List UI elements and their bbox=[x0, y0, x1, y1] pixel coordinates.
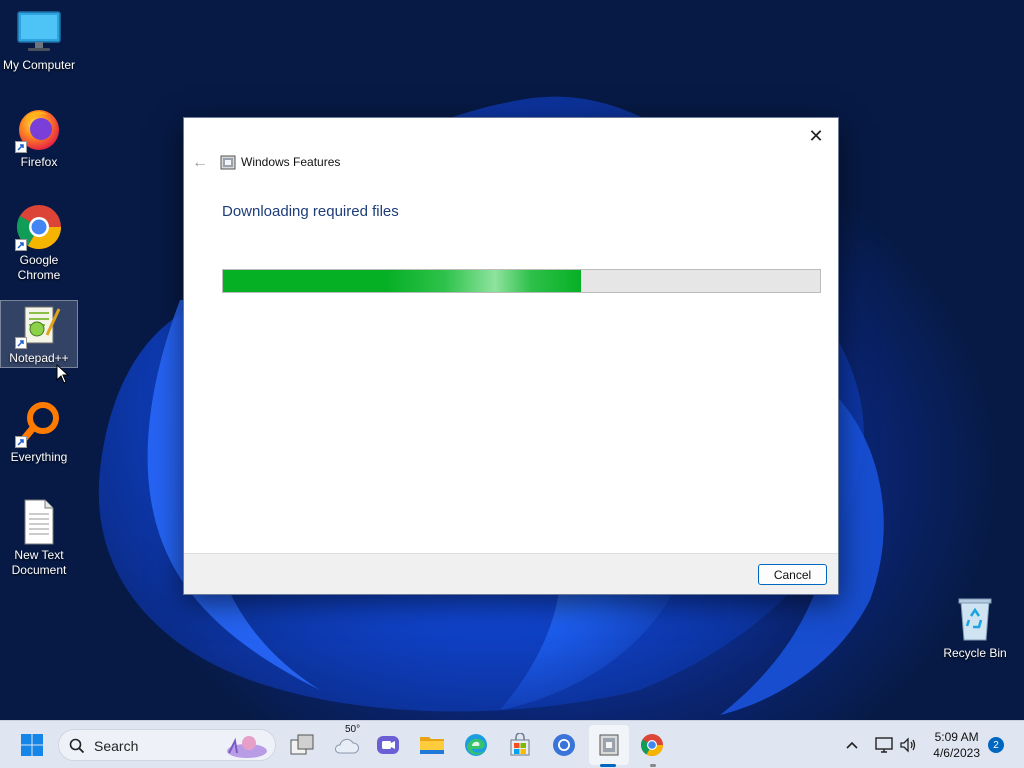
chat-button[interactable] bbox=[372, 729, 404, 761]
store-icon bbox=[510, 733, 530, 756]
edge-button[interactable] bbox=[460, 729, 492, 761]
desktop-icon-label: My Computer bbox=[2, 58, 76, 72]
chrome-icon bbox=[641, 734, 663, 756]
monitor-icon bbox=[15, 8, 63, 56]
desktop-icon-everything[interactable]: Everything bbox=[0, 400, 78, 465]
clock-time: 5:09 AM bbox=[934, 730, 979, 744]
windows-features-taskbar-button[interactable] bbox=[593, 729, 625, 761]
file-explorer-button[interactable] bbox=[416, 729, 448, 761]
clock[interactable]: 5:09 AM 4/6/2023 bbox=[933, 729, 980, 761]
start-icon bbox=[21, 734, 43, 756]
desktop-icon-label: Google Chrome bbox=[17, 253, 61, 282]
status-heading: Downloading required files bbox=[222, 203, 399, 220]
teams-chat-icon bbox=[377, 736, 399, 754]
running-indicator bbox=[650, 764, 656, 767]
weather-icon bbox=[335, 738, 360, 754]
desktop: My Computer Firefox Google Chrome Notepa… bbox=[0, 0, 1024, 720]
download-progress-bar bbox=[222, 269, 821, 293]
desktop-icon-recycle-bin[interactable]: Recycle Bin bbox=[936, 596, 1014, 661]
taskbar-search[interactable]: Search bbox=[58, 729, 276, 761]
volume-icon bbox=[900, 737, 916, 753]
desktop-icon-notepad-plus-plus[interactable]: Notepad++ bbox=[0, 300, 78, 368]
desktop-icon-label: Recycle Bin bbox=[943, 646, 1007, 660]
notification-badge[interactable]: 2 bbox=[988, 737, 1004, 753]
dialog-footer: Cancel bbox=[184, 553, 838, 594]
chevron-up-icon bbox=[846, 741, 858, 749]
show-hidden-icons-button[interactable] bbox=[836, 729, 868, 761]
text-document-icon bbox=[15, 498, 63, 546]
mouse-cursor-icon bbox=[56, 364, 70, 384]
dialog-title: Windows Features bbox=[241, 155, 341, 169]
desktop-icon-label: Everything bbox=[10, 450, 68, 464]
desktop-icon-google-chrome[interactable]: Google Chrome bbox=[0, 203, 78, 283]
taskbar: Search 50° 5:09 AM 4/6/2023 2 bbox=[0, 720, 1024, 768]
shortcut-arrow-icon bbox=[15, 239, 27, 251]
desktop-icon-my-computer[interactable]: My Computer bbox=[0, 8, 78, 73]
file-explorer-icon bbox=[420, 737, 444, 754]
start-button[interactable] bbox=[16, 729, 48, 761]
task-view-button[interactable] bbox=[286, 729, 318, 761]
back-arrow-icon[interactable]: ← bbox=[192, 154, 208, 172]
notepad-plus-plus-icon bbox=[15, 301, 63, 349]
volume-button[interactable] bbox=[892, 729, 924, 761]
task-view-icon bbox=[290, 734, 314, 755]
chrome-alt-button[interactable] bbox=[548, 729, 580, 761]
windows-features-icon bbox=[599, 734, 619, 756]
progress-fill bbox=[223, 270, 582, 292]
close-button[interactable]: ✕ bbox=[802, 124, 830, 148]
chrome-taskbar-button[interactable] bbox=[636, 729, 668, 761]
chrome-alt-icon bbox=[553, 734, 575, 756]
weather-temperature: 50° bbox=[345, 724, 361, 735]
windows-features-dialog: ✕ ← Windows Features Downloading require… bbox=[183, 117, 839, 595]
windows-features-icon bbox=[220, 154, 236, 170]
desktop-icon-new-text-document[interactable]: New Text Document bbox=[0, 498, 78, 578]
desktop-icon-label: New Text Document bbox=[11, 548, 67, 577]
clock-date: 4/6/2023 bbox=[933, 746, 980, 760]
desktop-icon-label: Firefox bbox=[20, 155, 58, 169]
search-label: Search bbox=[94, 738, 139, 754]
search-highlight-icon bbox=[227, 736, 267, 758]
network-icon bbox=[875, 737, 893, 753]
running-indicator bbox=[600, 764, 616, 767]
everything-search-icon bbox=[15, 400, 63, 448]
firefox-icon bbox=[15, 105, 63, 153]
shortcut-arrow-icon bbox=[15, 436, 27, 448]
shortcut-arrow-icon bbox=[15, 141, 27, 153]
recycle-bin-icon bbox=[951, 596, 999, 644]
edge-icon bbox=[465, 734, 487, 756]
desktop-icon-firefox[interactable]: Firefox bbox=[0, 105, 78, 170]
store-button[interactable] bbox=[504, 729, 536, 761]
shortcut-arrow-icon bbox=[15, 337, 27, 349]
search-icon bbox=[69, 738, 85, 754]
cancel-button[interactable]: Cancel bbox=[758, 564, 827, 585]
chrome-icon bbox=[15, 203, 63, 251]
